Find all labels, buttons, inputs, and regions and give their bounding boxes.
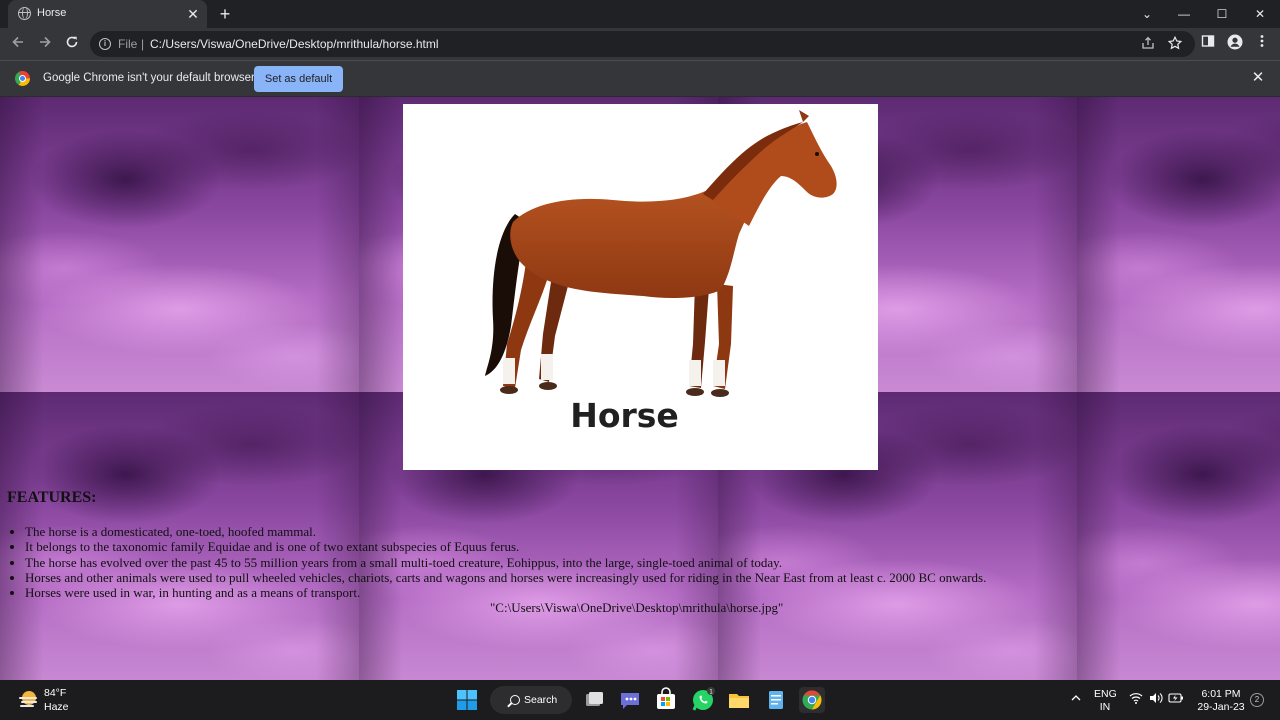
taskbar-search-button[interactable]: Search: [490, 686, 572, 714]
forward-arrow-icon[interactable]: [35, 34, 55, 54]
list-item: Horses were used in war, in hunting and …: [25, 585, 1125, 600]
close-window-button[interactable]: ✕: [1250, 4, 1270, 24]
features-list: The horse is a domesticated, one-toed, h…: [25, 524, 1125, 600]
microsoft-store-icon[interactable]: [653, 687, 679, 713]
close-infobar-icon[interactable]: ✕: [1250, 70, 1266, 86]
notification-count-badge[interactable]: 2: [1250, 693, 1264, 707]
clock-date[interactable]: 29-Jan-23: [1194, 701, 1248, 713]
battery-charging-icon[interactable]: [1168, 692, 1184, 708]
cloud-background-tile: [0, 97, 359, 392]
features-heading: FEATURES:: [7, 489, 97, 506]
search-label: Search: [524, 694, 558, 706]
chevron-up-icon[interactable]: [1068, 692, 1084, 708]
list-item: It belongs to the taxonomic family Equid…: [25, 539, 1125, 554]
windows-start-icon[interactable]: [454, 687, 480, 713]
weather-condition[interactable]: Haze: [44, 701, 69, 713]
list-item: The horse is a domesticated, one-toed, h…: [25, 524, 1125, 539]
tab-horse[interactable]: Horse ✕: [8, 0, 207, 28]
set-as-default-button[interactable]: Set as default: [254, 66, 343, 92]
chrome-logo-icon: [15, 71, 30, 86]
menu-kebab-icon[interactable]: [1252, 34, 1272, 54]
list-item: The horse has evolved over the past 45 t…: [25, 555, 1125, 570]
tab-strip: Horse ✕ + ⌄ — ☐ ✕: [0, 0, 1280, 28]
language-indicator[interactable]: ENG: [1094, 688, 1117, 700]
side-panel-icon[interactable]: [1198, 34, 1218, 54]
page-viewport: Horse FEATURES: The horse is a domestica…: [0, 97, 1280, 680]
wifi-icon[interactable]: [1128, 692, 1144, 708]
chrome-taskbar-icon[interactable]: [799, 687, 825, 713]
weather-temperature[interactable]: 84°F: [44, 687, 66, 699]
back-arrow-icon[interactable]: [8, 34, 28, 54]
tab-search-icon[interactable]: ⌄: [1137, 4, 1157, 24]
infobar-message: Google Chrome isn't your default browser: [43, 72, 255, 84]
image-caption: Horse: [570, 396, 679, 435]
file-explorer-icon[interactable]: [726, 687, 752, 713]
default-browser-infobar: Google Chrome isn't your default browser…: [0, 60, 1280, 97]
share-icon[interactable]: [1140, 36, 1156, 52]
close-tab-icon[interactable]: ✕: [185, 6, 201, 22]
tab-title: Horse: [37, 7, 67, 19]
weather-haze-icon[interactable]: [17, 689, 39, 709]
clock-time[interactable]: 6:01 PM: [1196, 688, 1246, 700]
maximize-button[interactable]: ☐: [1212, 4, 1232, 24]
globe-icon: [18, 7, 31, 20]
image-path-text: "C:\Users\Viswa\OneDrive\Desktop\mrithul…: [490, 600, 784, 615]
search-icon: [510, 695, 520, 705]
new-tab-button[interactable]: +: [216, 5, 234, 23]
browser-toolbar: i File | C:/Users/Viswa/OneDrive/Desktop…: [0, 28, 1280, 60]
profile-icon[interactable]: [1225, 34, 1245, 54]
horse-image: Horse: [403, 104, 878, 470]
url-text[interactable]: C:/Users/Viswa/OneDrive/Desktop/mrithula…: [150, 37, 439, 51]
bookmark-star-icon[interactable]: [1167, 35, 1183, 52]
volume-icon[interactable]: [1148, 692, 1164, 708]
region-indicator[interactable]: IN: [1094, 701, 1116, 713]
minimize-button[interactable]: —: [1174, 4, 1194, 24]
windows-taskbar: 84°F Haze Search 1 ENG IN 6:01 PM 29-Jan…: [0, 680, 1280, 720]
teams-chat-icon[interactable]: [617, 687, 643, 713]
url-separator: |: [141, 37, 145, 51]
address-bar[interactable]: i File | C:/Users/Viswa/OneDrive/Desktop…: [90, 31, 1195, 57]
cloud-background-tile: [1077, 97, 1280, 392]
list-item: Horses and other animals were used to pu…: [25, 570, 1125, 585]
reload-icon[interactable]: [62, 34, 82, 54]
site-info-icon[interactable]: i: [99, 38, 111, 50]
task-view-icon[interactable]: [581, 687, 607, 713]
whatsapp-icon[interactable]: 1: [690, 687, 716, 713]
notepad-icon[interactable]: [763, 687, 789, 713]
url-scheme-label: File: [118, 37, 138, 51]
